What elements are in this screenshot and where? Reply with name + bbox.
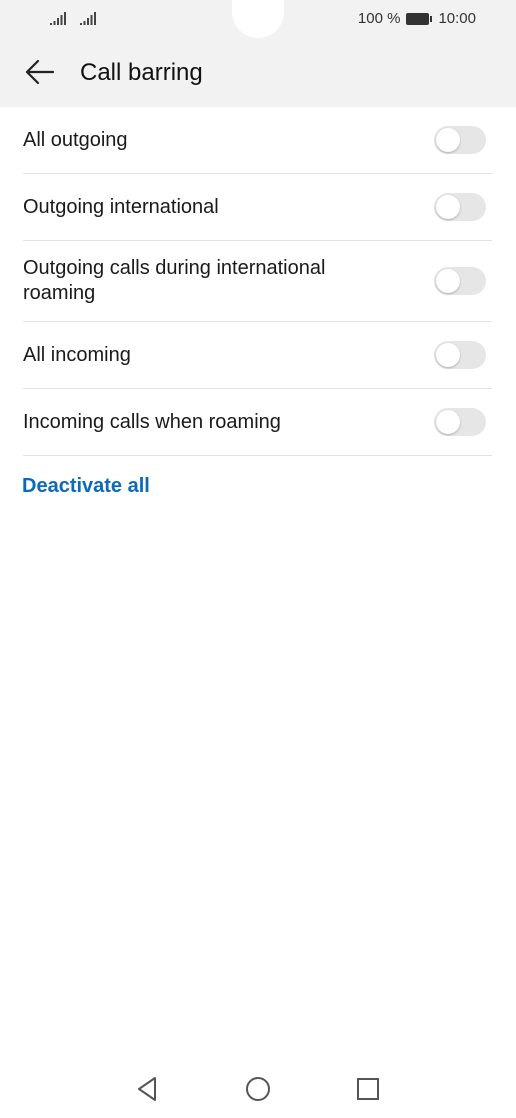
setting-row-incoming-roaming[interactable]: Incoming calls when roaming	[23, 389, 492, 456]
nav-recents-button[interactable]	[353, 1076, 383, 1106]
battery-icon	[406, 12, 433, 25]
home-circle-icon	[245, 1076, 271, 1107]
toggle-knob	[436, 343, 460, 367]
setting-label: All outgoing	[23, 128, 128, 151]
deactivate-all-button[interactable]: Deactivate all	[22, 475, 150, 498]
toggle-switch[interactable]	[434, 267, 486, 295]
signal-icon	[80, 12, 96, 26]
setting-row-outgoing-roaming[interactable]: Outgoing calls during international roam…	[23, 241, 492, 322]
page-title: Call barring	[80, 59, 203, 86]
navigation-bar	[0, 1068, 516, 1110]
setting-label: Outgoing calls during international roam…	[23, 257, 326, 304]
arrow-left-icon	[25, 59, 55, 90]
setting-label: Incoming calls when roaming	[23, 410, 281, 433]
battery-percentage: 100 %	[357, 10, 401, 27]
setting-row-all-incoming[interactable]: All incoming	[23, 322, 492, 389]
toggle-knob	[436, 410, 460, 434]
status-bar: 100 % 10:00	[0, 0, 516, 40]
app-bar: Call barring	[0, 48, 516, 100]
setting-row-all-outgoing[interactable]: All outgoing	[23, 107, 492, 174]
toggle-knob	[436, 128, 460, 152]
recents-square-icon	[356, 1077, 380, 1106]
settings-list: All outgoing Outgoing international Outg…	[0, 107, 516, 456]
toggle-switch[interactable]	[434, 408, 486, 436]
setting-label: All incoming	[23, 343, 131, 366]
back-triangle-icon	[135, 1076, 159, 1107]
nav-back-button[interactable]	[132, 1076, 162, 1106]
setting-label: Outgoing international	[23, 195, 219, 218]
toggle-switch[interactable]	[434, 193, 486, 221]
toggle-switch[interactable]	[434, 341, 486, 369]
clock: 10:00	[438, 10, 476, 27]
signal-icon	[50, 12, 66, 26]
toggle-switch[interactable]	[434, 126, 486, 154]
toggle-knob	[436, 195, 460, 219]
toggle-knob	[436, 269, 460, 293]
nav-home-button[interactable]	[243, 1076, 273, 1106]
setting-row-outgoing-international[interactable]: Outgoing international	[23, 174, 492, 241]
back-button[interactable]	[20, 54, 60, 94]
